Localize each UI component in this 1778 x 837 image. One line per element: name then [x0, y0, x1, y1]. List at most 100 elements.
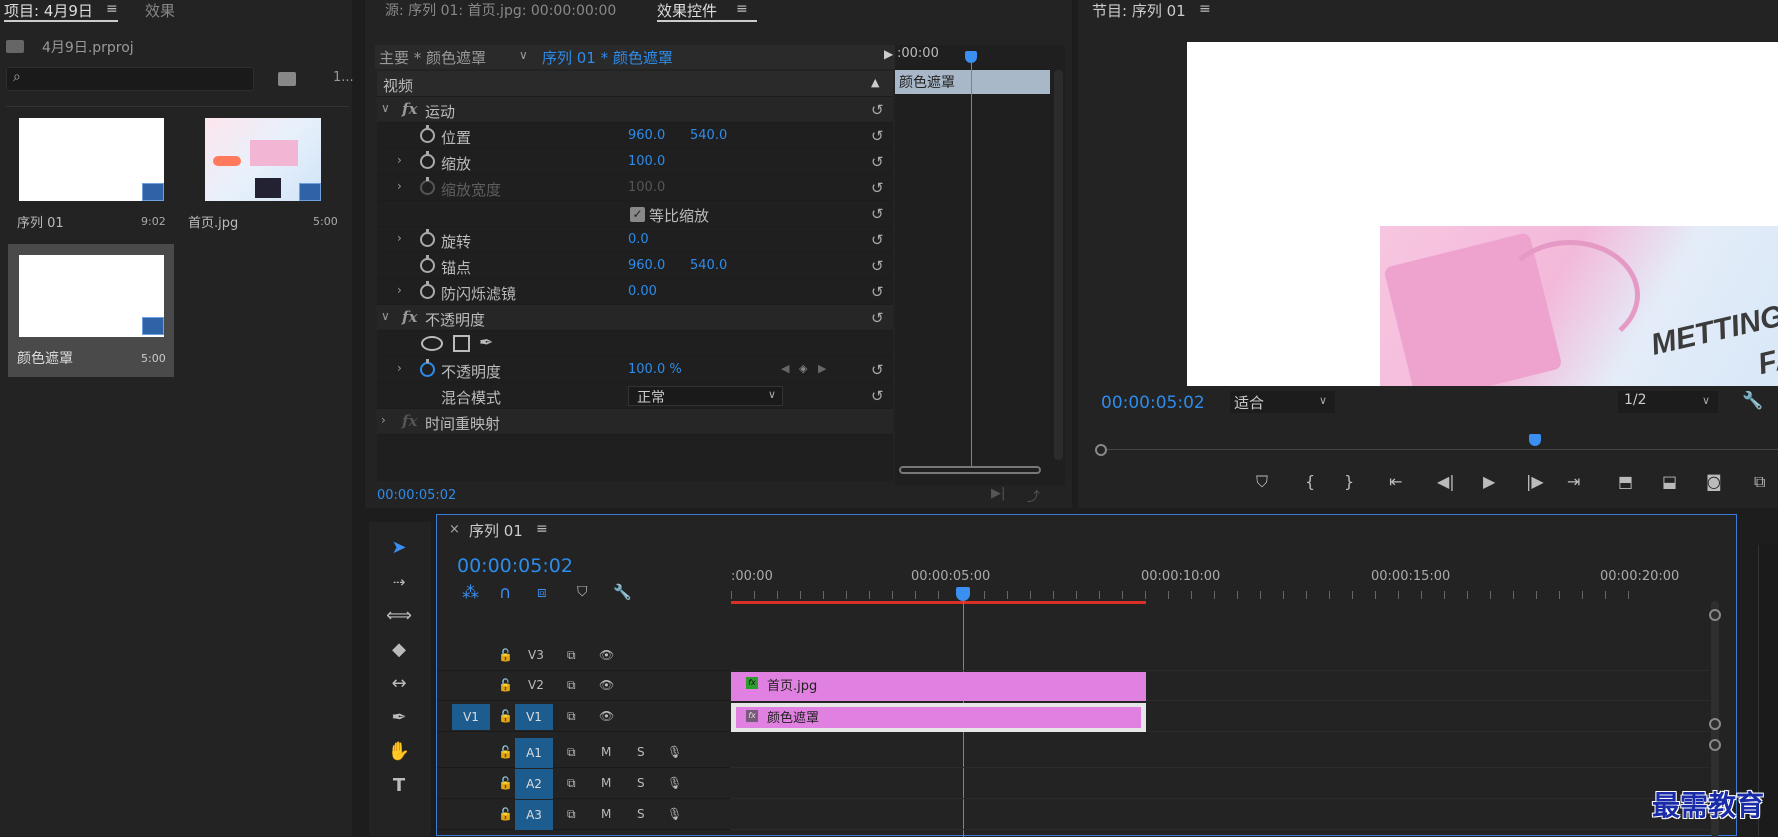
- timeline-settings-wrench-icon[interactable]: 🔧: [613, 583, 632, 601]
- extract-icon[interactable]: ⬓: [1662, 472, 1677, 491]
- mute-button[interactable]: M: [601, 745, 611, 759]
- chevron-right-icon[interactable]: ›: [397, 153, 402, 167]
- sync-lock-icon[interactable]: ⧉: [567, 709, 576, 724]
- project-item-sequence[interactable]: 序列 01 9:02: [8, 108, 173, 236]
- track-id[interactable]: A3: [515, 800, 553, 830]
- anchor-x[interactable]: 960.0: [628, 258, 665, 273]
- reset-icon[interactable]: ↺: [871, 361, 884, 379]
- slip-tool-icon[interactable]: ↔: [382, 669, 416, 699]
- fit-select[interactable]: 适合 ∨: [1230, 391, 1335, 413]
- effect-opacity[interactable]: ∨ fx 不透明度 ↺: [377, 305, 893, 331]
- go-to-in-icon[interactable]: ⇤: [1389, 472, 1402, 491]
- reset-icon[interactable]: ↺: [871, 309, 884, 327]
- ripple-edit-tool-icon[interactable]: ⟺: [382, 601, 416, 631]
- eye-icon[interactable]: 👁: [599, 648, 614, 662]
- playhead-marker[interactable]: [965, 51, 977, 63]
- rotation-value[interactable]: 0.0: [628, 232, 649, 247]
- lock-icon[interactable]: 🔓: [498, 745, 513, 759]
- play-triangle-icon[interactable]: ▶: [884, 47, 893, 61]
- ellipse-mask-icon[interactable]: [421, 336, 443, 351]
- stopwatch-icon[interactable]: [420, 125, 435, 143]
- play-icon[interactable]: ▶: [1483, 472, 1495, 491]
- reset-icon[interactable]: ↺: [871, 231, 884, 249]
- chevron-down-icon[interactable]: ∨: [381, 101, 390, 115]
- chevron-right-icon[interactable]: ›: [381, 413, 386, 427]
- tab-source[interactable]: 源: 序列 01: 首页.jpg: 00:00:00:00: [385, 0, 616, 20]
- track-id[interactable]: A2: [515, 769, 553, 799]
- tab-effects[interactable]: 效果: [145, 0, 175, 21]
- stopwatch-icon[interactable]: [420, 255, 435, 273]
- track-id[interactable]: V3: [528, 648, 544, 662]
- position-y[interactable]: 540.0: [690, 128, 727, 143]
- playhead-marker[interactable]: [1529, 434, 1541, 446]
- search-input[interactable]: ⌕: [6, 67, 254, 91]
- chevron-right-icon[interactable]: ›: [397, 231, 402, 245]
- chevron-down-icon[interactable]: ∨: [519, 48, 528, 62]
- razor-tool-icon[interactable]: ◆: [382, 635, 416, 665]
- reset-icon[interactable]: ↺: [871, 283, 884, 301]
- clip-color-matte[interactable]: fx 颜色遮罩: [731, 703, 1146, 732]
- lock-icon[interactable]: 🔓: [498, 776, 513, 790]
- rectangle-mask-icon[interactable]: [453, 335, 470, 352]
- sync-lock-icon[interactable]: ⧉: [567, 807, 576, 822]
- sync-lock-icon[interactable]: ⧉: [567, 648, 576, 663]
- menu-icon[interactable]: ≡: [536, 521, 548, 537]
- resolution-select[interactable]: 1/2 ∨: [1618, 391, 1718, 413]
- track-id[interactable]: A1: [515, 738, 553, 768]
- mute-button[interactable]: M: [601, 776, 611, 790]
- program-timecode[interactable]: 00:00:05:02: [1101, 393, 1205, 413]
- filter-icon[interactable]: ▶|: [991, 486, 1005, 501]
- anti-flicker-value[interactable]: 0.00: [628, 284, 657, 299]
- solo-button[interactable]: S: [637, 776, 645, 790]
- footer-timecode[interactable]: 00:00:05:02: [377, 488, 456, 503]
- next-keyframe-icon[interactable]: ▶: [818, 362, 826, 375]
- lock-icon[interactable]: 🔓: [498, 678, 513, 692]
- mark-out-icon[interactable]: }: [1344, 472, 1354, 491]
- export-icon[interactable]: ⤴: [1027, 486, 1040, 505]
- lane-v3[interactable]: [730, 641, 1710, 671]
- solo-button[interactable]: S: [637, 745, 645, 759]
- reset-icon[interactable]: ↺: [871, 127, 884, 145]
- program-title[interactable]: 节目: 序列 01: [1092, 0, 1186, 21]
- mark-in-icon[interactable]: {: [1305, 472, 1315, 491]
- sequence-label[interactable]: 序列 01 * 颜色遮罩: [542, 47, 673, 68]
- reset-icon[interactable]: ↺: [871, 153, 884, 171]
- lock-icon[interactable]: 🔓: [498, 709, 513, 723]
- lock-icon[interactable]: 🔓: [498, 648, 513, 662]
- microphone-icon[interactable]: 🎙: [667, 776, 682, 790]
- clip-bar[interactable]: 颜色遮罩: [895, 70, 1050, 94]
- microphone-icon[interactable]: 🎙: [667, 745, 682, 759]
- stopwatch-icon[interactable]: [420, 229, 435, 247]
- tab-project[interactable]: 项目: 4月9日: [4, 0, 93, 21]
- reset-icon[interactable]: ↺: [871, 101, 884, 119]
- eye-icon[interactable]: 👁: [599, 709, 614, 723]
- uniform-scale-checkbox[interactable]: ✓: [630, 207, 645, 222]
- reset-icon[interactable]: ↺: [871, 257, 884, 275]
- effect-time-remap[interactable]: › fx 时间重映射: [377, 409, 893, 435]
- new-bin-icon[interactable]: [278, 72, 296, 86]
- sync-lock-icon[interactable]: ⧉: [567, 678, 576, 693]
- zoom-bar[interactable]: [899, 466, 1041, 474]
- clip-homepage-jpg[interactable]: fx 首页.jpg: [731, 672, 1146, 701]
- step-back-icon[interactable]: ◀|: [1437, 472, 1455, 491]
- lift-icon[interactable]: ⬒: [1618, 472, 1633, 491]
- scroll-handle-low[interactable]: [1709, 739, 1721, 751]
- pen-mask-icon[interactable]: ✒: [479, 333, 493, 353]
- microphone-icon[interactable]: 🎙: [667, 807, 682, 821]
- blend-mode-select[interactable]: 正常 ∨: [628, 386, 783, 406]
- lane-a3[interactable]: [730, 800, 1710, 830]
- scale-value[interactable]: 100.0: [628, 154, 665, 169]
- reset-icon[interactable]: ↺: [871, 179, 884, 197]
- prev-keyframe-icon[interactable]: ◀: [781, 362, 789, 375]
- master-label[interactable]: 主要 * 颜色遮罩: [379, 47, 486, 68]
- opacity-value[interactable]: 100.0 %: [628, 362, 682, 377]
- step-forward-icon[interactable]: |▶: [1526, 472, 1544, 491]
- add-marker-icon[interactable]: ⛉: [577, 584, 588, 600]
- time-ruler[interactable]: :00:00 00:00:05:00 00:00:10:00 00:00:15:…: [731, 565, 1681, 604]
- lane-a1[interactable]: [730, 738, 1710, 768]
- pen-tool-icon[interactable]: ✒: [382, 703, 416, 733]
- snap-magnet-icon[interactable]: ∩: [499, 583, 511, 603]
- tab-effect-controls[interactable]: 效果控件: [657, 0, 717, 21]
- solo-button[interactable]: S: [637, 807, 645, 821]
- button-editor-icon[interactable]: ⧉: [1754, 472, 1765, 492]
